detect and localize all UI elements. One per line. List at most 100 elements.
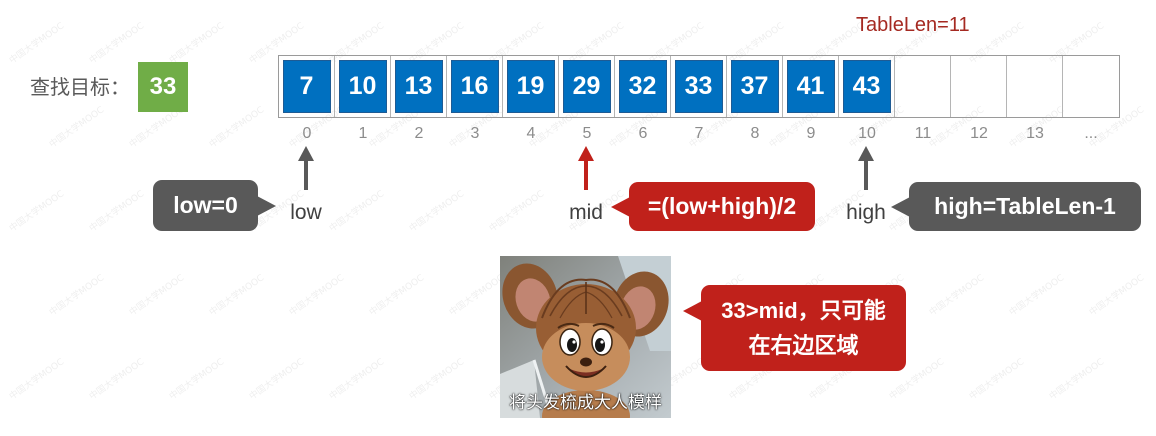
jerry-right-pupil	[595, 338, 605, 352]
mid-callout: =(low+high)/2	[611, 182, 815, 231]
low-pointer-label: low	[290, 201, 322, 224]
watermark-text: 中国大学MOOC	[7, 21, 67, 67]
array-element: 13	[394, 60, 443, 113]
table-len-label: TableLen=11	[856, 14, 970, 36]
watermark-text: 中国大学MOOC	[7, 189, 67, 235]
array-index-label: 5	[582, 125, 592, 142]
array-index-label: 11	[914, 125, 932, 142]
array-cell	[895, 56, 951, 117]
array-cell: 10	[335, 56, 391, 117]
meme-callout: 33>mid，只可能 在右边区域	[683, 285, 906, 371]
array-index-label: 2	[414, 125, 424, 142]
array-index-label: 1	[358, 125, 368, 142]
arrow-up-icon	[578, 146, 594, 190]
high-callout-text: high=TableLen-1	[934, 193, 1116, 219]
array-cell: 16	[447, 56, 503, 117]
jerry-right-eye-highlight	[600, 340, 604, 344]
watermark-text: 中国大学MOOC	[47, 273, 107, 319]
mid-pointer-arrow-icon	[576, 146, 596, 190]
watermark-text: 中国大学MOOC	[167, 21, 227, 67]
watermark-text: 中国大学MOOC	[447, 273, 507, 319]
jerry-nose	[580, 357, 592, 367]
array-index-label: 7	[694, 125, 704, 142]
low-callout: low=0	[153, 180, 276, 231]
arrow-head	[298, 146, 314, 161]
meme-callout-line: 33>mid，只可能	[721, 298, 886, 323]
slide: 中国大学MOOC 中国大学MOOC 中国大学MOOC 中国大学MOOC 中国大学MOOC…	[0, 0, 1156, 436]
arrow-shaft	[584, 159, 588, 190]
watermark-text: 中国大学MOOC	[1007, 273, 1067, 319]
meme-caption: 将头发梳成大人模样	[509, 393, 662, 413]
array-cell	[951, 56, 1007, 117]
watermark-text: 中国大学MOOC	[7, 357, 67, 403]
array-index-label: 9	[806, 125, 816, 142]
array-index-row: 0 1 2 3 4 5 6 7 8 9 10 11 12 13...	[279, 124, 1119, 144]
array-cell: 43	[839, 56, 895, 117]
array-element: 19	[506, 60, 555, 113]
watermark-text: 中国大学MOOC	[407, 189, 467, 235]
jerry-left-pupil	[567, 338, 577, 352]
watermark-text: 中国大学MOOC	[487, 189, 547, 235]
watermark-text: 中国大学MOOC	[287, 273, 347, 319]
array-cell: 29	[559, 56, 615, 117]
jerry-left-eye-highlight	[572, 340, 576, 344]
search-target-label: 查找目标：	[30, 75, 130, 99]
low-callout-text: low=0	[173, 192, 238, 218]
watermark-text: 中国大学MOOC	[967, 357, 1027, 403]
array-element: 37	[730, 60, 779, 113]
watermark-text: 中国大学MOOC	[367, 273, 427, 319]
low-pointer-arrow-icon	[296, 146, 316, 190]
watermark-text: 中国大学MOOC	[167, 357, 227, 403]
array-element: 7	[282, 60, 331, 113]
watermark-text: 中国大学MOOC	[87, 189, 147, 235]
arrow-head	[578, 146, 594, 161]
arrow-head	[858, 146, 874, 161]
array-element: 43	[842, 60, 891, 113]
high-pointer-arrow-icon	[856, 146, 876, 190]
array-element: 32	[618, 60, 667, 113]
array-cell: 19	[503, 56, 559, 117]
array-table: 7 10 13 16 19 29 32 33 37 41 43	[278, 55, 1120, 118]
array-index-label: 3	[470, 125, 480, 142]
array-element: 16	[450, 60, 499, 113]
arrow-up-icon	[298, 146, 314, 190]
array-index-label: 4	[526, 125, 536, 142]
array-index-label: 12	[970, 125, 988, 142]
search-target-value: 33	[138, 62, 188, 112]
array-index-label: 13	[1026, 125, 1044, 142]
array-index-label: 10	[858, 125, 876, 142]
watermark-text: 中国大学MOOC	[87, 357, 147, 403]
array-cell: 37	[727, 56, 783, 117]
arrow-up-icon	[858, 146, 874, 190]
jerry-meme-image: 将头发梳成大人模样	[500, 256, 671, 418]
array-cell: 13	[391, 56, 447, 117]
array-element: 29	[562, 60, 611, 113]
array-cell: 41	[783, 56, 839, 117]
array-cell: 7	[279, 56, 335, 117]
jerry-face	[542, 323, 630, 391]
arrow-shaft	[304, 159, 308, 190]
watermark-text: 中国大学MOOC	[1087, 273, 1147, 319]
watermark-text: 中国大学MOOC	[207, 105, 267, 151]
high-callout: high=TableLen-1	[891, 182, 1141, 231]
array-element: 10	[338, 60, 387, 113]
arrow-shaft	[864, 159, 868, 190]
array-index-label: 0	[302, 125, 312, 142]
watermark-text: 中国大学MOOC	[927, 273, 987, 319]
meme-callout-line: 在右边区域	[748, 333, 859, 358]
watermark-text: 中国大学MOOC	[327, 357, 387, 403]
array-element: 41	[786, 60, 835, 113]
array-cell	[1007, 56, 1063, 117]
watermark-text: 中国大学MOOC	[207, 273, 267, 319]
watermark-text: 中国大学MOOC	[47, 105, 107, 151]
array-index-label: 6	[638, 125, 648, 142]
array-cell: 33	[671, 56, 727, 117]
array-index-label: ...	[1084, 125, 1098, 142]
mid-callout-text: =(low+high)/2	[647, 193, 797, 219]
array-index-label: 8	[750, 125, 760, 142]
watermark-text: 中国大学MOOC	[1047, 357, 1107, 403]
array-cell	[1063, 56, 1119, 117]
watermark-text: 中国大学MOOC	[407, 357, 467, 403]
watermark-text: 中国大学MOOC	[127, 273, 187, 319]
watermark-text: 中国大学MOOC	[87, 21, 147, 67]
